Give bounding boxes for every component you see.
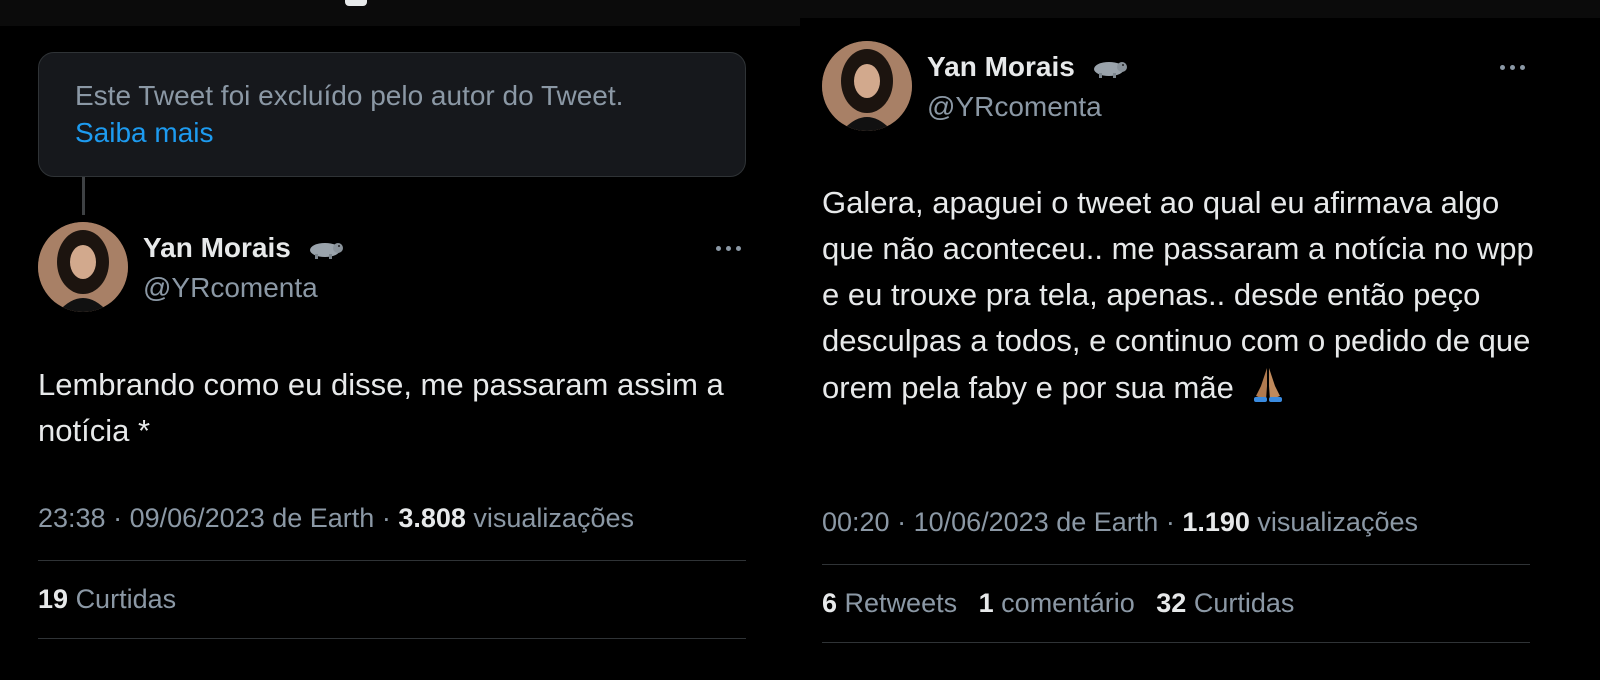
tweet-source: de Earth: [272, 503, 375, 533]
more-options-icon[interactable]: [714, 243, 744, 253]
likes-stat[interactable]: 19 Curtidas: [38, 584, 176, 615]
header-text-fragment: [345, 0, 367, 6]
tweet-stats: 19 Curtidas: [38, 584, 190, 615]
author-name[interactable]: Yan Morais: [927, 51, 1127, 83]
tweet-text: Galera, apaguei o tweet ao qual eu afirm…: [822, 180, 1534, 411]
tweet-source: de Earth: [1056, 507, 1159, 537]
divider: [822, 564, 1530, 565]
learn-more-link[interactable]: Saiba mais: [75, 114, 709, 151]
views-label: visualizações: [473, 503, 634, 533]
tweet-meta: 00:20 · 10/06/2023 de Earth · 1.190 visu…: [822, 507, 1418, 537]
views-label: visualizações: [1257, 507, 1418, 537]
likes-count: 32: [1156, 588, 1187, 618]
comments-label: comentário: [1001, 588, 1135, 618]
view-count: 1.190: [1182, 507, 1250, 537]
comments-count: 1: [978, 588, 994, 618]
folded-hands-emoji-icon: [1254, 368, 1283, 402]
left-tweet-panel: Este Tweet foi excluído pelo autor do Tw…: [0, 0, 800, 680]
tweet-date[interactable]: 10/06/2023: [914, 507, 1049, 537]
tweet-stats: 6 Retweets 1 comentário 32 Curtidas: [822, 588, 1308, 619]
likes-stat[interactable]: 32 Curtidas: [1156, 588, 1294, 619]
tweet-text-body: Galera, apaguei o tweet ao qual eu afirm…: [822, 185, 1534, 405]
retweets-label: Retweets: [844, 588, 958, 618]
avatar[interactable]: [822, 41, 912, 131]
divider: [38, 560, 746, 561]
tweet-time: 00:20: [822, 507, 890, 537]
likes-count: 19: [38, 584, 69, 614]
deleted-tweet-notice: Este Tweet foi excluído pelo autor do Tw…: [38, 52, 746, 177]
avatar[interactable]: [38, 222, 128, 312]
likes-label: Curtidas: [1193, 588, 1295, 618]
tweet-text: Lembrando como eu disse, me passaram ass…: [38, 367, 724, 448]
retweets-stat[interactable]: 6 Retweets: [822, 588, 957, 619]
author-name[interactable]: Yan Morais: [143, 232, 343, 264]
comments-stat[interactable]: 1 comentário: [979, 588, 1135, 619]
more-options-icon[interactable]: [1498, 62, 1528, 72]
top-header-strip: [0, 0, 800, 26]
tweet-meta: 23:38 · 09/06/2023 de Earth · 3.808 visu…: [38, 503, 634, 533]
hippo-emoji-icon: [309, 243, 343, 259]
author-name-text[interactable]: Yan Morais: [927, 51, 1075, 82]
top-header-strip: [800, 0, 1600, 18]
author-handle[interactable]: @YRcomenta: [143, 272, 318, 304]
view-count: 3.808: [398, 503, 466, 533]
thread-connector-line: [82, 177, 85, 215]
retweets-count: 6: [822, 588, 838, 618]
likes-label: Curtidas: [75, 584, 177, 614]
right-tweet-panel: Yan Morais @YRcomenta Galera, apaguei o …: [800, 0, 1600, 680]
divider: [38, 638, 746, 639]
author-handle[interactable]: @YRcomenta: [927, 91, 1102, 123]
deleted-notice-text: Este Tweet foi excluído pelo autor do Tw…: [75, 80, 624, 111]
author-name-text[interactable]: Yan Morais: [143, 232, 291, 263]
divider: [822, 642, 1530, 643]
tweet-date[interactable]: 09/06/2023: [130, 503, 265, 533]
hippo-emoji-icon: [1093, 62, 1127, 78]
tweet-time: 23:38: [38, 503, 106, 533]
